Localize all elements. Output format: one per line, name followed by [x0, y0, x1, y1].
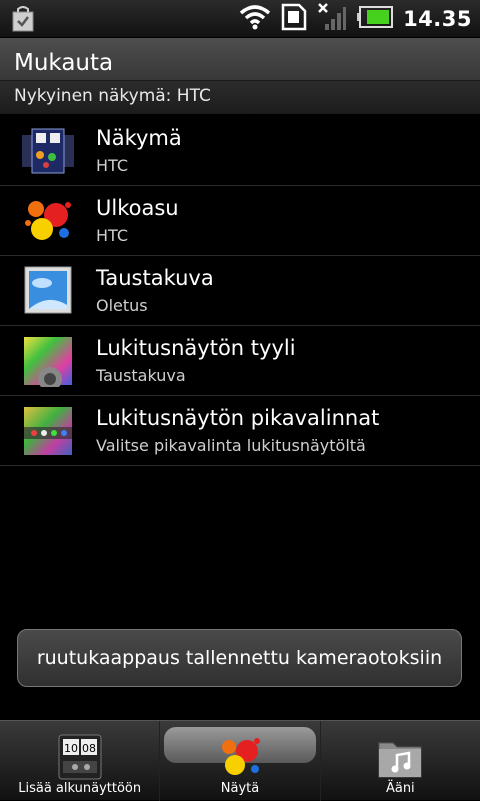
- list-item-subtitle: HTC: [96, 226, 129, 245]
- list-item-title: Lukitusnäytön pikavalinnat: [96, 406, 380, 430]
- music-folder-icon: [375, 733, 425, 781]
- toast-message: ruutukaappaus tallennettu kameraotoksiin: [17, 629, 462, 687]
- tab-sound[interactable]: Ääni: [319, 721, 480, 801]
- tab-add-to-home[interactable]: 10 08 Lisää alkunäyttöön: [0, 721, 159, 801]
- list-item-lockscreen-shortcuts[interactable]: Lukitusnäytön pikavalinnat Valitse pikav…: [0, 396, 480, 466]
- page-header: Mukauta Nykyinen näkymä: HTC: [0, 38, 480, 114]
- lockscreen-shortcuts-icon: [20, 405, 76, 457]
- tab-label: Näytä: [220, 781, 260, 796]
- list-item-wallpaper[interactable]: Taustakuva Oletus: [0, 256, 480, 326]
- list-item-lockscreen-style[interactable]: Lukitusnäytön tyyli Taustakuva: [0, 326, 480, 396]
- wallpaper-icon: [20, 265, 76, 317]
- tab-label: Lisää alkunäyttöön: [18, 781, 142, 796]
- clock-time: 14.35: [403, 7, 472, 31]
- list-item-title: Lukitusnäytön tyyli: [96, 336, 296, 360]
- list-item-subtitle: Oletus: [96, 296, 148, 315]
- list-item-scene[interactable]: Näkymä HTC: [0, 116, 480, 186]
- settings-list: Näkymä HTC Ulkoasu HTC Taustakuva Oletus…: [0, 116, 480, 466]
- list-item-skin[interactable]: Ulkoasu HTC: [0, 186, 480, 256]
- scene-icon: [20, 125, 76, 177]
- list-item-title: Näkymä: [96, 126, 182, 150]
- list-item-title: Taustakuva: [96, 266, 214, 290]
- lockscreen-style-icon: [20, 335, 76, 391]
- paint-splash-icon: [215, 733, 265, 781]
- svg-text:08: 08: [82, 742, 96, 755]
- shopping-bag-icon: [12, 6, 34, 36]
- wifi-icon: [239, 4, 271, 34]
- page-title: Mukauta: [14, 50, 114, 76]
- list-item-subtitle: HTC: [96, 156, 129, 175]
- clock-widget-icon: 10 08: [55, 733, 105, 781]
- sd-card-icon: [281, 3, 307, 35]
- tab-label: Ääni: [385, 781, 415, 796]
- tab-display[interactable]: Näytä: [159, 721, 319, 801]
- list-item-subtitle: Taustakuva: [96, 366, 186, 385]
- status-bar: 14.35: [0, 0, 480, 38]
- list-item-title: Ulkoasu: [96, 196, 179, 220]
- skin-paint-icon: [20, 195, 76, 247]
- battery-icon: [357, 6, 394, 32]
- current-view-label: Nykyinen näkymä: HTC: [0, 80, 480, 114]
- list-item-subtitle: Valitse pikavalinta lukitusnäytöltä: [96, 436, 366, 455]
- svg-text:10: 10: [64, 742, 78, 755]
- bottom-tab-bar: 10 08 Lisää alkunäyttöön Näytä Ääni: [0, 720, 480, 801]
- signal-off-icon: [317, 2, 347, 36]
